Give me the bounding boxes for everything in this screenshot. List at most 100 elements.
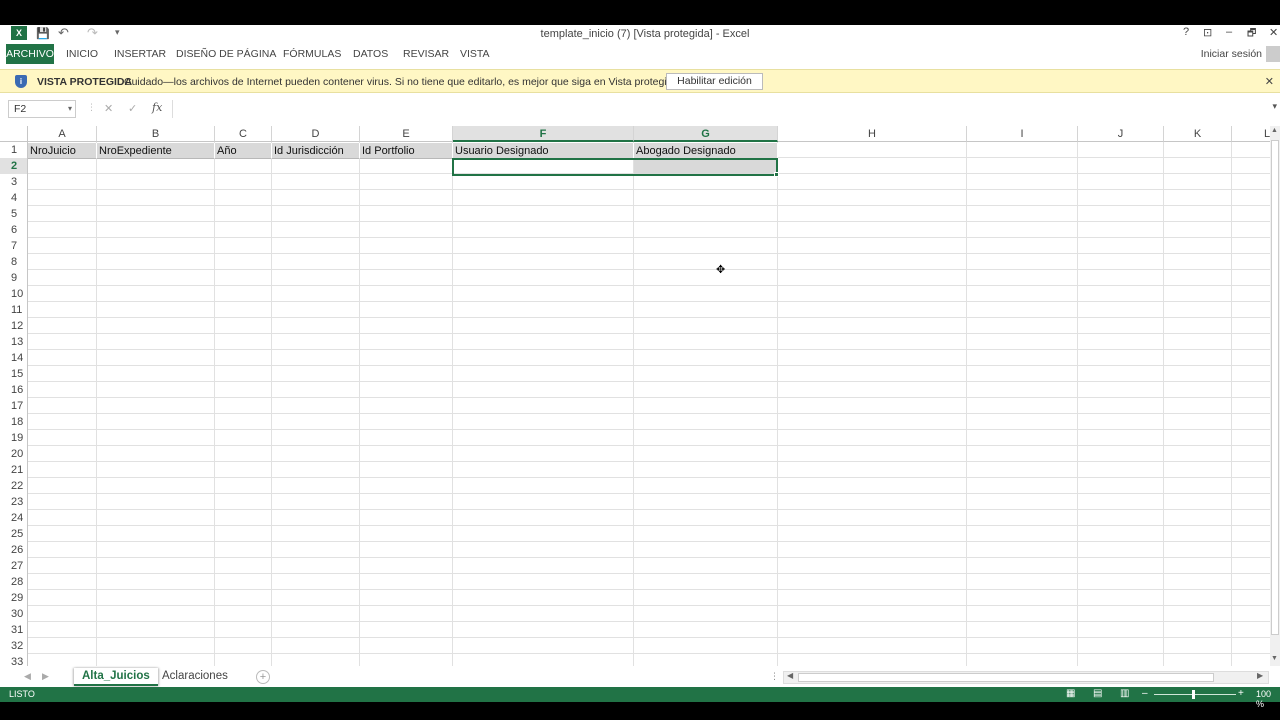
row-header-28[interactable]: 28 <box>0 574 28 590</box>
row-header-14[interactable]: 14 <box>0 350 28 366</box>
row-header-4[interactable]: 4 <box>0 190 28 206</box>
horizontal-scrollbar[interactable]: ◀ ▶ <box>783 671 1269 684</box>
chevron-down-icon[interactable]: ▾ <box>68 101 72 117</box>
column-header-i[interactable]: I <box>967 126 1078 142</box>
scroll-left-icon[interactable]: ◀ <box>787 671 793 680</box>
page-break-preview-icon[interactable]: ▥ <box>1120 688 1129 699</box>
row-header-8[interactable]: 8 <box>0 254 28 270</box>
tab-datos[interactable]: DATOS <box>353 44 388 64</box>
fill-handle[interactable] <box>774 172 779 177</box>
row-header-24[interactable]: 24 <box>0 510 28 526</box>
row-header-13[interactable]: 13 <box>0 334 28 350</box>
row-header-29[interactable]: 29 <box>0 590 28 606</box>
sign-in-link[interactable]: Iniciar sesión <box>1201 44 1262 64</box>
tab-insertar[interactable]: INSERTAR <box>114 44 166 64</box>
row-header-30[interactable]: 30 <box>0 606 28 622</box>
column-header-h[interactable]: H <box>778 126 967 142</box>
row-header-15[interactable]: 15 <box>0 366 28 382</box>
row-header-9[interactable]: 9 <box>0 270 28 286</box>
cell-a1[interactable]: NroJuicio <box>28 143 97 159</box>
row-header-22[interactable]: 22 <box>0 478 28 494</box>
column-header-c[interactable]: C <box>215 126 272 142</box>
normal-view-icon[interactable]: ▦ <box>1066 688 1075 699</box>
tab-revisar[interactable]: REVISAR <box>403 44 449 64</box>
horizontal-scroll-thumb[interactable] <box>798 673 1214 682</box>
user-avatar-icon[interactable] <box>1266 46 1280 62</box>
row-header-18[interactable]: 18 <box>0 414 28 430</box>
row-header-10[interactable]: 10 <box>0 286 28 302</box>
vertical-scroll-thumb[interactable] <box>1271 140 1279 635</box>
cell-d1[interactable]: Id Jurisdicción <box>272 143 360 159</box>
column-header-b[interactable]: B <box>97 126 215 142</box>
zoom-level[interactable]: 100 % <box>1256 689 1280 709</box>
column-header-j[interactable]: J <box>1078 126 1164 142</box>
column-header-g[interactable]: G <box>634 126 778 142</box>
row-header-20[interactable]: 20 <box>0 446 28 462</box>
cell-e1[interactable]: Id Portfolio <box>360 143 453 159</box>
row-header-27[interactable]: 27 <box>0 558 28 574</box>
cell-b1[interactable]: NroExpediente <box>97 143 215 159</box>
row-header-12[interactable]: 12 <box>0 318 28 334</box>
zoom-slider[interactable] <box>1154 694 1236 695</box>
column-header-a[interactable]: A <box>28 126 97 142</box>
row-header-32[interactable]: 32 <box>0 638 28 654</box>
row-header-1[interactable]: 1 <box>0 142 28 158</box>
row-header-2[interactable]: 2 <box>0 158 28 174</box>
tab-vista[interactable]: VISTA <box>460 44 490 64</box>
sheet-tab-aclaraciones[interactable]: Aclaraciones <box>154 668 236 686</box>
close-protected-bar-icon[interactable]: ✕ <box>1265 75 1274 88</box>
row-header-21[interactable]: 21 <box>0 462 28 478</box>
close-button[interactable]: ✕ <box>1269 26 1278 39</box>
previous-sheet-icon[interactable]: ◀ <box>24 671 31 682</box>
worksheet-grid[interactable]: A B C D E F G H I J K L 1 2 3 4 5 6 7 8 … <box>0 126 1270 666</box>
restore-button[interactable]: 🗗 <box>1247 26 1256 43</box>
tab-formulas[interactable]: FÓRMULAS <box>283 44 341 64</box>
insert-function-icon[interactable]: fx <box>152 101 162 114</box>
row-header-31[interactable]: 31 <box>0 622 28 638</box>
formula-input[interactable] <box>172 100 1272 118</box>
cell-g1[interactable]: Abogado Designado <box>634 143 778 159</box>
row-header-3[interactable]: 3 <box>0 174 28 190</box>
column-header-d[interactable]: D <box>272 126 360 142</box>
row-header-26[interactable]: 26 <box>0 542 28 558</box>
tab-split-handle-icon[interactable]: ⋮ <box>770 671 779 682</box>
column-header-e[interactable]: E <box>360 126 453 142</box>
enter-icon[interactable]: ✓ <box>128 102 137 115</box>
ribbon-display-options-icon[interactable]: ⊡ <box>1203 26 1212 39</box>
cell-f1[interactable]: Usuario Designado <box>453 143 634 159</box>
zoom-out-icon[interactable]: – <box>1142 688 1148 699</box>
sheet-tab-alta-juicios[interactable]: Alta_Juicios <box>74 668 158 686</box>
cell-selection-f2-g2[interactable] <box>452 158 778 176</box>
add-sheet-button[interactable]: + <box>256 670 270 684</box>
tab-archivo[interactable]: ARCHIVO <box>6 44 54 64</box>
name-box[interactable]: F2 ▾ <box>8 100 76 118</box>
expand-formula-bar-icon[interactable]: ▾ <box>1272 101 1277 112</box>
scroll-right-icon[interactable]: ▶ <box>1257 671 1263 680</box>
cancel-icon[interactable]: ✕ <box>104 102 113 115</box>
row-header-6[interactable]: 6 <box>0 222 28 238</box>
vertical-scrollbar[interactable]: ▲ ▼ <box>1270 126 1280 666</box>
select-all-corner[interactable] <box>0 126 28 142</box>
row-header-23[interactable]: 23 <box>0 494 28 510</box>
tab-inicio[interactable]: INICIO <box>66 44 98 64</box>
scroll-down-icon[interactable]: ▼ <box>1271 655 1278 662</box>
row-header-25[interactable]: 25 <box>0 526 28 542</box>
row-header-17[interactable]: 17 <box>0 398 28 414</box>
page-layout-view-icon[interactable]: ▤ <box>1093 688 1102 699</box>
cell-c1[interactable]: Año <box>215 143 272 159</box>
enable-editing-button[interactable]: Habilitar edición <box>666 73 763 90</box>
next-sheet-icon[interactable]: ▶ <box>42 671 49 682</box>
minimize-button[interactable]: – <box>1226 26 1232 38</box>
help-button[interactable]: ? <box>1183 26 1189 38</box>
scroll-up-icon[interactable]: ▲ <box>1271 127 1278 134</box>
row-header-16[interactable]: 16 <box>0 382 28 398</box>
column-header-k[interactable]: K <box>1164 126 1232 142</box>
zoom-slider-thumb[interactable] <box>1192 690 1195 699</box>
zoom-in-icon[interactable]: + <box>1238 688 1244 699</box>
column-header-f[interactable]: F <box>453 126 634 142</box>
row-header-19[interactable]: 19 <box>0 430 28 446</box>
row-header-7[interactable]: 7 <box>0 238 28 254</box>
column-header-l[interactable]: L <box>1232 126 1270 142</box>
row-header-5[interactable]: 5 <box>0 206 28 222</box>
tab-diseno-de-pagina[interactable]: DISEÑO DE PÁGINA <box>176 44 276 64</box>
